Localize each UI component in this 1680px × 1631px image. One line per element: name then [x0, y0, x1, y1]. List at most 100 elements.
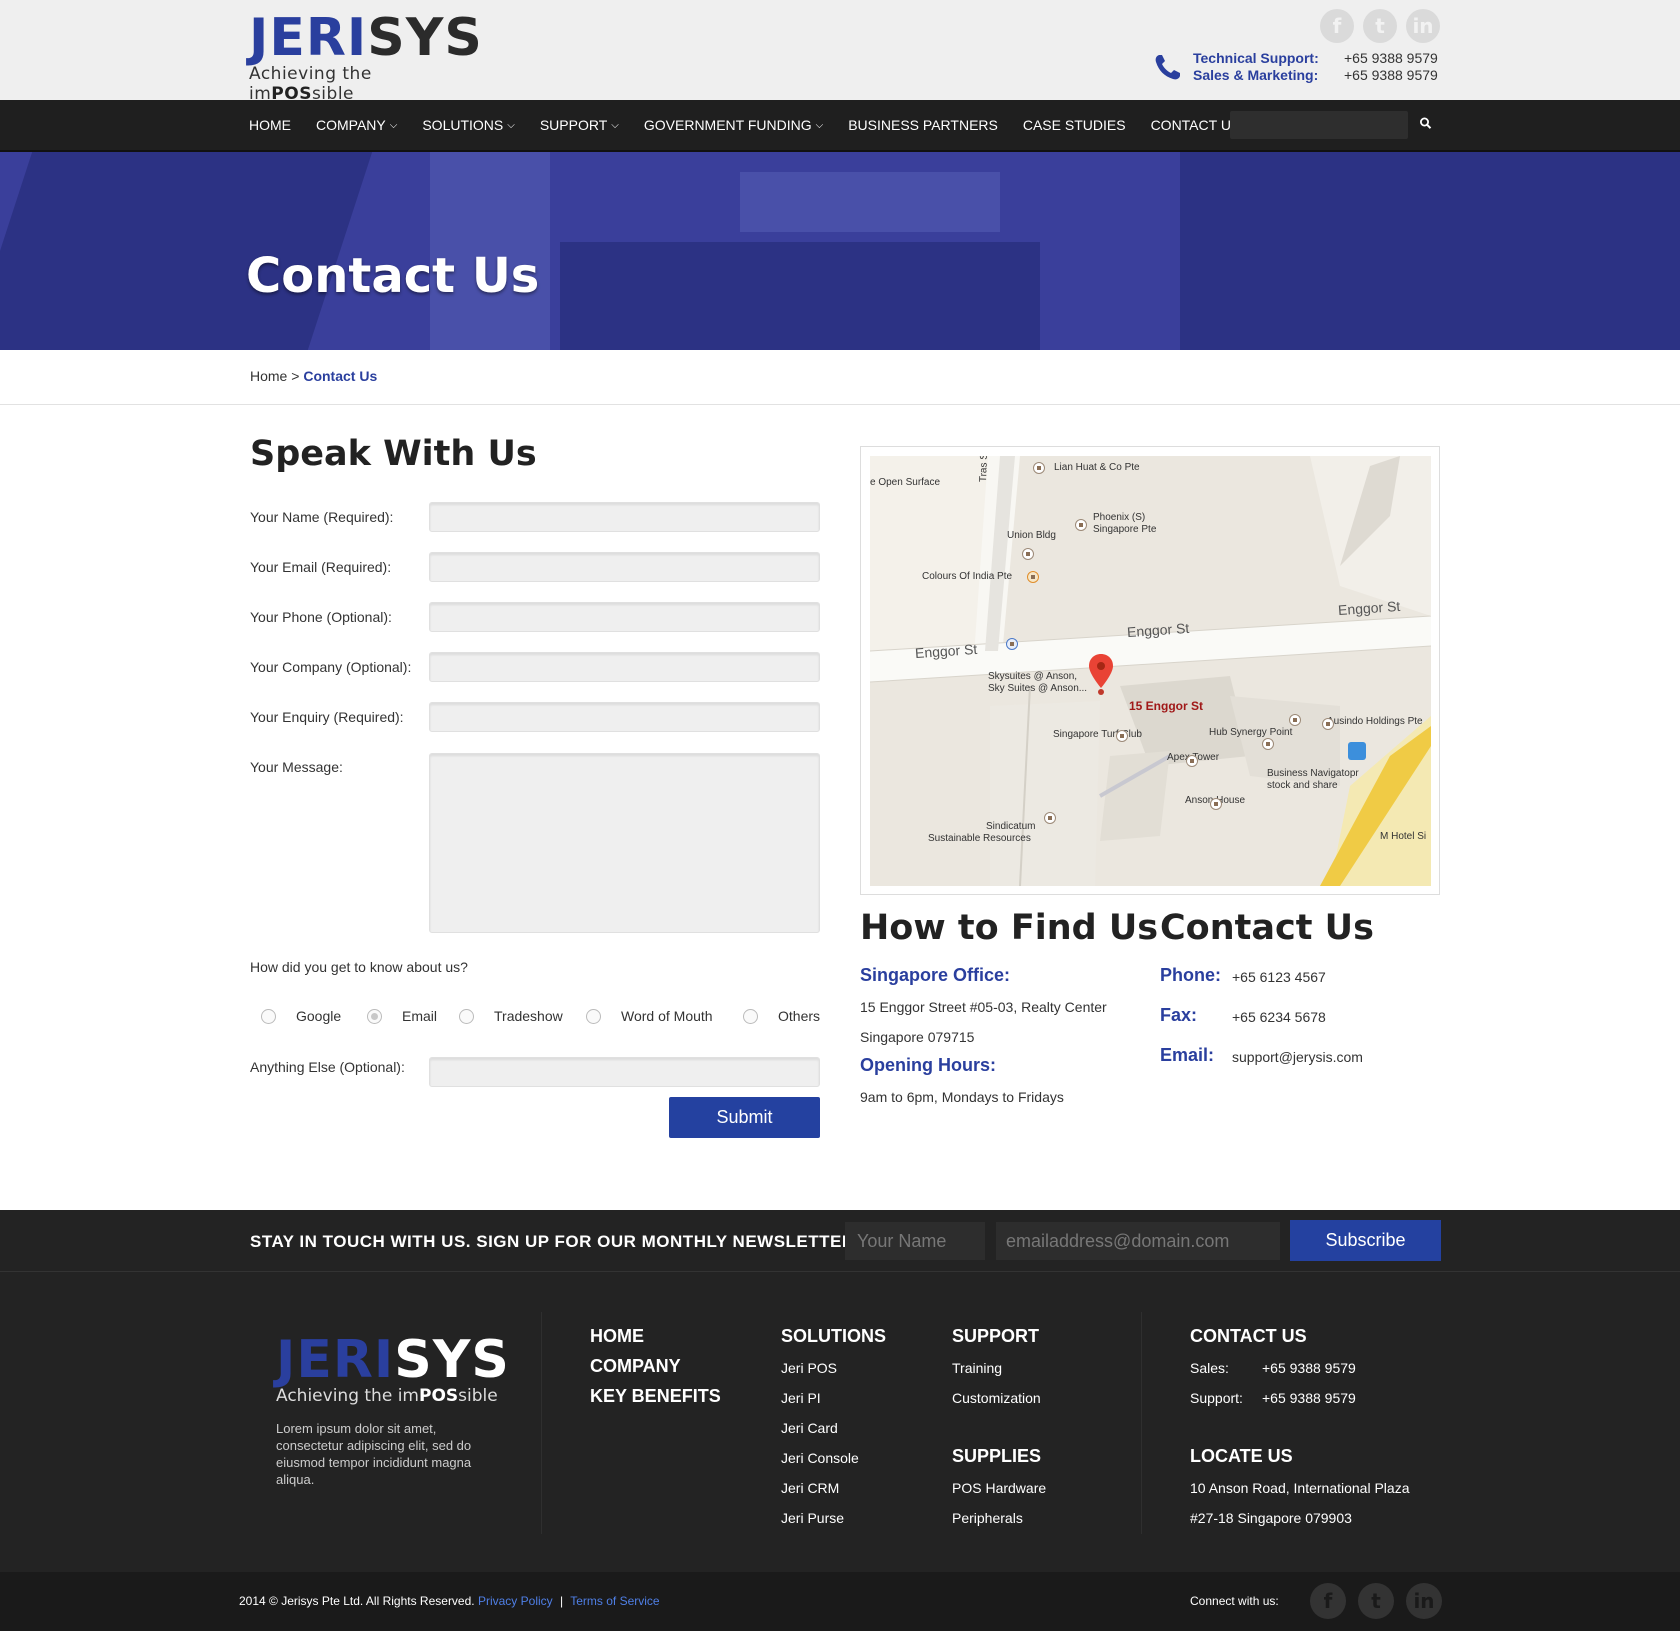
footer-link-home[interactable]: HOME [590, 1326, 644, 1347]
contact-email-link[interactable]: support@jerysis.com [1232, 1049, 1363, 1065]
map-poi-icon[interactable] [1210, 798, 1222, 810]
search-icon[interactable] [1419, 116, 1433, 132]
map-poi-icon[interactable] [1262, 738, 1274, 750]
hero-bg-crowd [560, 242, 1040, 350]
hero-bg-light [740, 172, 1000, 232]
map-poi-icon[interactable] [1075, 519, 1087, 531]
radio-word-of-mouth[interactable]: Word of Mouth [586, 1008, 713, 1024]
phone-field[interactable] [429, 602, 820, 632]
map-label: Ausindo Holdings Pte [1327, 716, 1423, 727]
breadcrumb-home[interactable]: Home [250, 368, 287, 384]
subscribe-button[interactable]: Subscribe [1290, 1220, 1441, 1261]
map-poi-icon[interactable] [1289, 714, 1301, 726]
message-textarea[interactable] [429, 753, 820, 933]
radio-button[interactable] [586, 1008, 601, 1024]
newsletter-email-input[interactable]: emailaddress@domain.com [996, 1222, 1280, 1260]
map-poi-icon[interactable] [1116, 730, 1128, 742]
company-field[interactable] [429, 652, 820, 682]
email-field[interactable] [429, 552, 820, 582]
footer-link[interactable]: Jeri POS [781, 1360, 837, 1376]
footer-contact-heading: CONTACT US [1190, 1326, 1307, 1346]
footer-link[interactable]: Training [952, 1360, 1002, 1376]
map-frame: Lian Huat & Co Pte e Open Surface Phoeni… [860, 446, 1440, 895]
copyright-text: 2014 © Jerisys Pte Ltd. All Rights Reser… [239, 1594, 475, 1608]
breadcrumb: Home > Contact Us [250, 368, 377, 384]
nav-item-government-funding[interactable]: GOVERNMENT FUNDING ⌵ [644, 117, 823, 133]
twitter-icon[interactable]: t [1358, 1583, 1394, 1619]
name-field[interactable] [429, 502, 820, 532]
map-poi-icon[interactable] [1044, 812, 1056, 824]
footer-address-line1: 10 Anson Road, International Plaza [1190, 1480, 1410, 1496]
radio-button[interactable] [459, 1008, 474, 1024]
radio-button[interactable] [261, 1008, 276, 1024]
contact-title: Contact Us [1160, 908, 1374, 948]
divider [1141, 1312, 1142, 1534]
email-heading: Email: [1160, 1045, 1215, 1065]
nav-item-label: HOME [249, 117, 291, 133]
nav-item-home[interactable]: HOME [249, 117, 291, 133]
footer-link[interactable]: Customization [952, 1390, 1041, 1406]
radio-button[interactable] [743, 1008, 758, 1024]
footer-link[interactable]: Jeri PI [781, 1390, 821, 1406]
restaurant-icon[interactable] [1027, 571, 1039, 583]
nav-item-business-partners[interactable]: BUSINESS PARTNERS [848, 117, 998, 133]
hero-title: Contact Us [246, 248, 540, 304]
footer-link[interactable]: Peripherals [952, 1510, 1023, 1526]
radio-label: Email [402, 1008, 438, 1024]
radio-tradeshow[interactable]: Tradeshow [459, 1008, 563, 1024]
radio-email[interactable]: Email [367, 1008, 437, 1024]
footer-support-number: +65 9388 9579 [1262, 1390, 1356, 1406]
map-pin-icon[interactable] [1089, 654, 1113, 698]
footer-link[interactable]: Jeri Purse [781, 1510, 844, 1526]
submit-button[interactable]: Submit [669, 1097, 820, 1138]
bus-stop-icon[interactable] [1348, 742, 1366, 760]
jerisys-logo[interactable]: JERISYS Achieving the imPOSsible [249, 8, 482, 104]
footer-logo[interactable]: JERISYS Achieving the imPOSsible [276, 1330, 509, 1406]
linkedin-icon[interactable]: in [1406, 1583, 1442, 1619]
facebook-icon[interactable]: f [1310, 1583, 1346, 1619]
privacy-policy-link[interactable]: Privacy Policy [478, 1594, 553, 1608]
enquiry-field[interactable] [429, 702, 820, 732]
nav-item-contact-us[interactable]: CONTACT US [1151, 117, 1241, 133]
top-header: JERISYS Achieving the imPOSsible f t in … [0, 0, 1680, 104]
anything-field[interactable] [429, 1057, 820, 1087]
map-poi-icon[interactable] [1033, 462, 1045, 474]
map-poi-icon[interactable] [1186, 755, 1198, 767]
breadcrumb-current: Contact Us [303, 368, 378, 384]
nav-item-case-studies[interactable]: CASE STUDIES [1023, 117, 1126, 133]
footer-link[interactable]: Jeri Card [781, 1420, 838, 1436]
footer-link[interactable]: Jeri CRM [781, 1480, 839, 1496]
chevron-down-icon: ⌵ [611, 119, 619, 131]
radio-google[interactable]: Google [261, 1008, 341, 1024]
shopping-icon[interactable] [1006, 638, 1018, 650]
footer-sales-number: +65 9388 9579 [1262, 1360, 1356, 1376]
nav-item-company[interactable]: COMPANY ⌵ [316, 117, 397, 133]
map-poi-icon[interactable] [1022, 548, 1034, 560]
footer-link[interactable]: POS Hardware [952, 1480, 1046, 1496]
footer-link[interactable]: Jeri Console [781, 1450, 859, 1466]
copyright: 2014 © Jerisys Pte Ltd. All Rights Reser… [239, 1594, 660, 1608]
newsletter-text: STAY IN TOUCH WITH US. SIGN UP FOR OUR M… [250, 1232, 861, 1251]
nav-item-support[interactable]: SUPPORT ⌵ [540, 117, 619, 133]
nav-search-input[interactable] [1230, 111, 1408, 139]
nav-item-label: CASE STUDIES [1022, 117, 1126, 133]
nav-item-label: BUSINESS PARTNERS [848, 117, 998, 133]
form-title: Speak With Us [250, 434, 537, 474]
nav-item-solutions[interactable]: SOLUTIONS ⌵ [422, 117, 515, 133]
location-map[interactable]: Lian Huat & Co Pte e Open Surface Phoeni… [870, 456, 1431, 886]
map-label: Singapore Pte [1093, 524, 1157, 535]
map-poi-icon[interactable] [1322, 718, 1334, 730]
twitter-icon[interactable]: t [1363, 9, 1397, 43]
linkedin-icon[interactable]: in [1406, 9, 1440, 43]
facebook-icon[interactable]: f [1320, 9, 1354, 43]
footer-link-company[interactable]: COMPANY [590, 1356, 681, 1377]
nav-item-label: CONTACT US [1150, 117, 1241, 133]
radio-others[interactable]: Others [743, 1008, 820, 1024]
map-label: Phoenix (S) [1093, 512, 1146, 523]
map-street-label: Enggor St [1337, 597, 1401, 619]
terms-of-service-link[interactable]: Terms of Service [570, 1594, 659, 1608]
footer-link-key-benefits[interactable]: KEY BENEFITS [590, 1386, 721, 1407]
support-contacts: Technical Support: +65 9388 9579 Sales & … [1193, 50, 1438, 84]
radio-button-selected[interactable] [367, 1008, 382, 1024]
newsletter-name-input[interactable]: Your Name [845, 1222, 985, 1260]
